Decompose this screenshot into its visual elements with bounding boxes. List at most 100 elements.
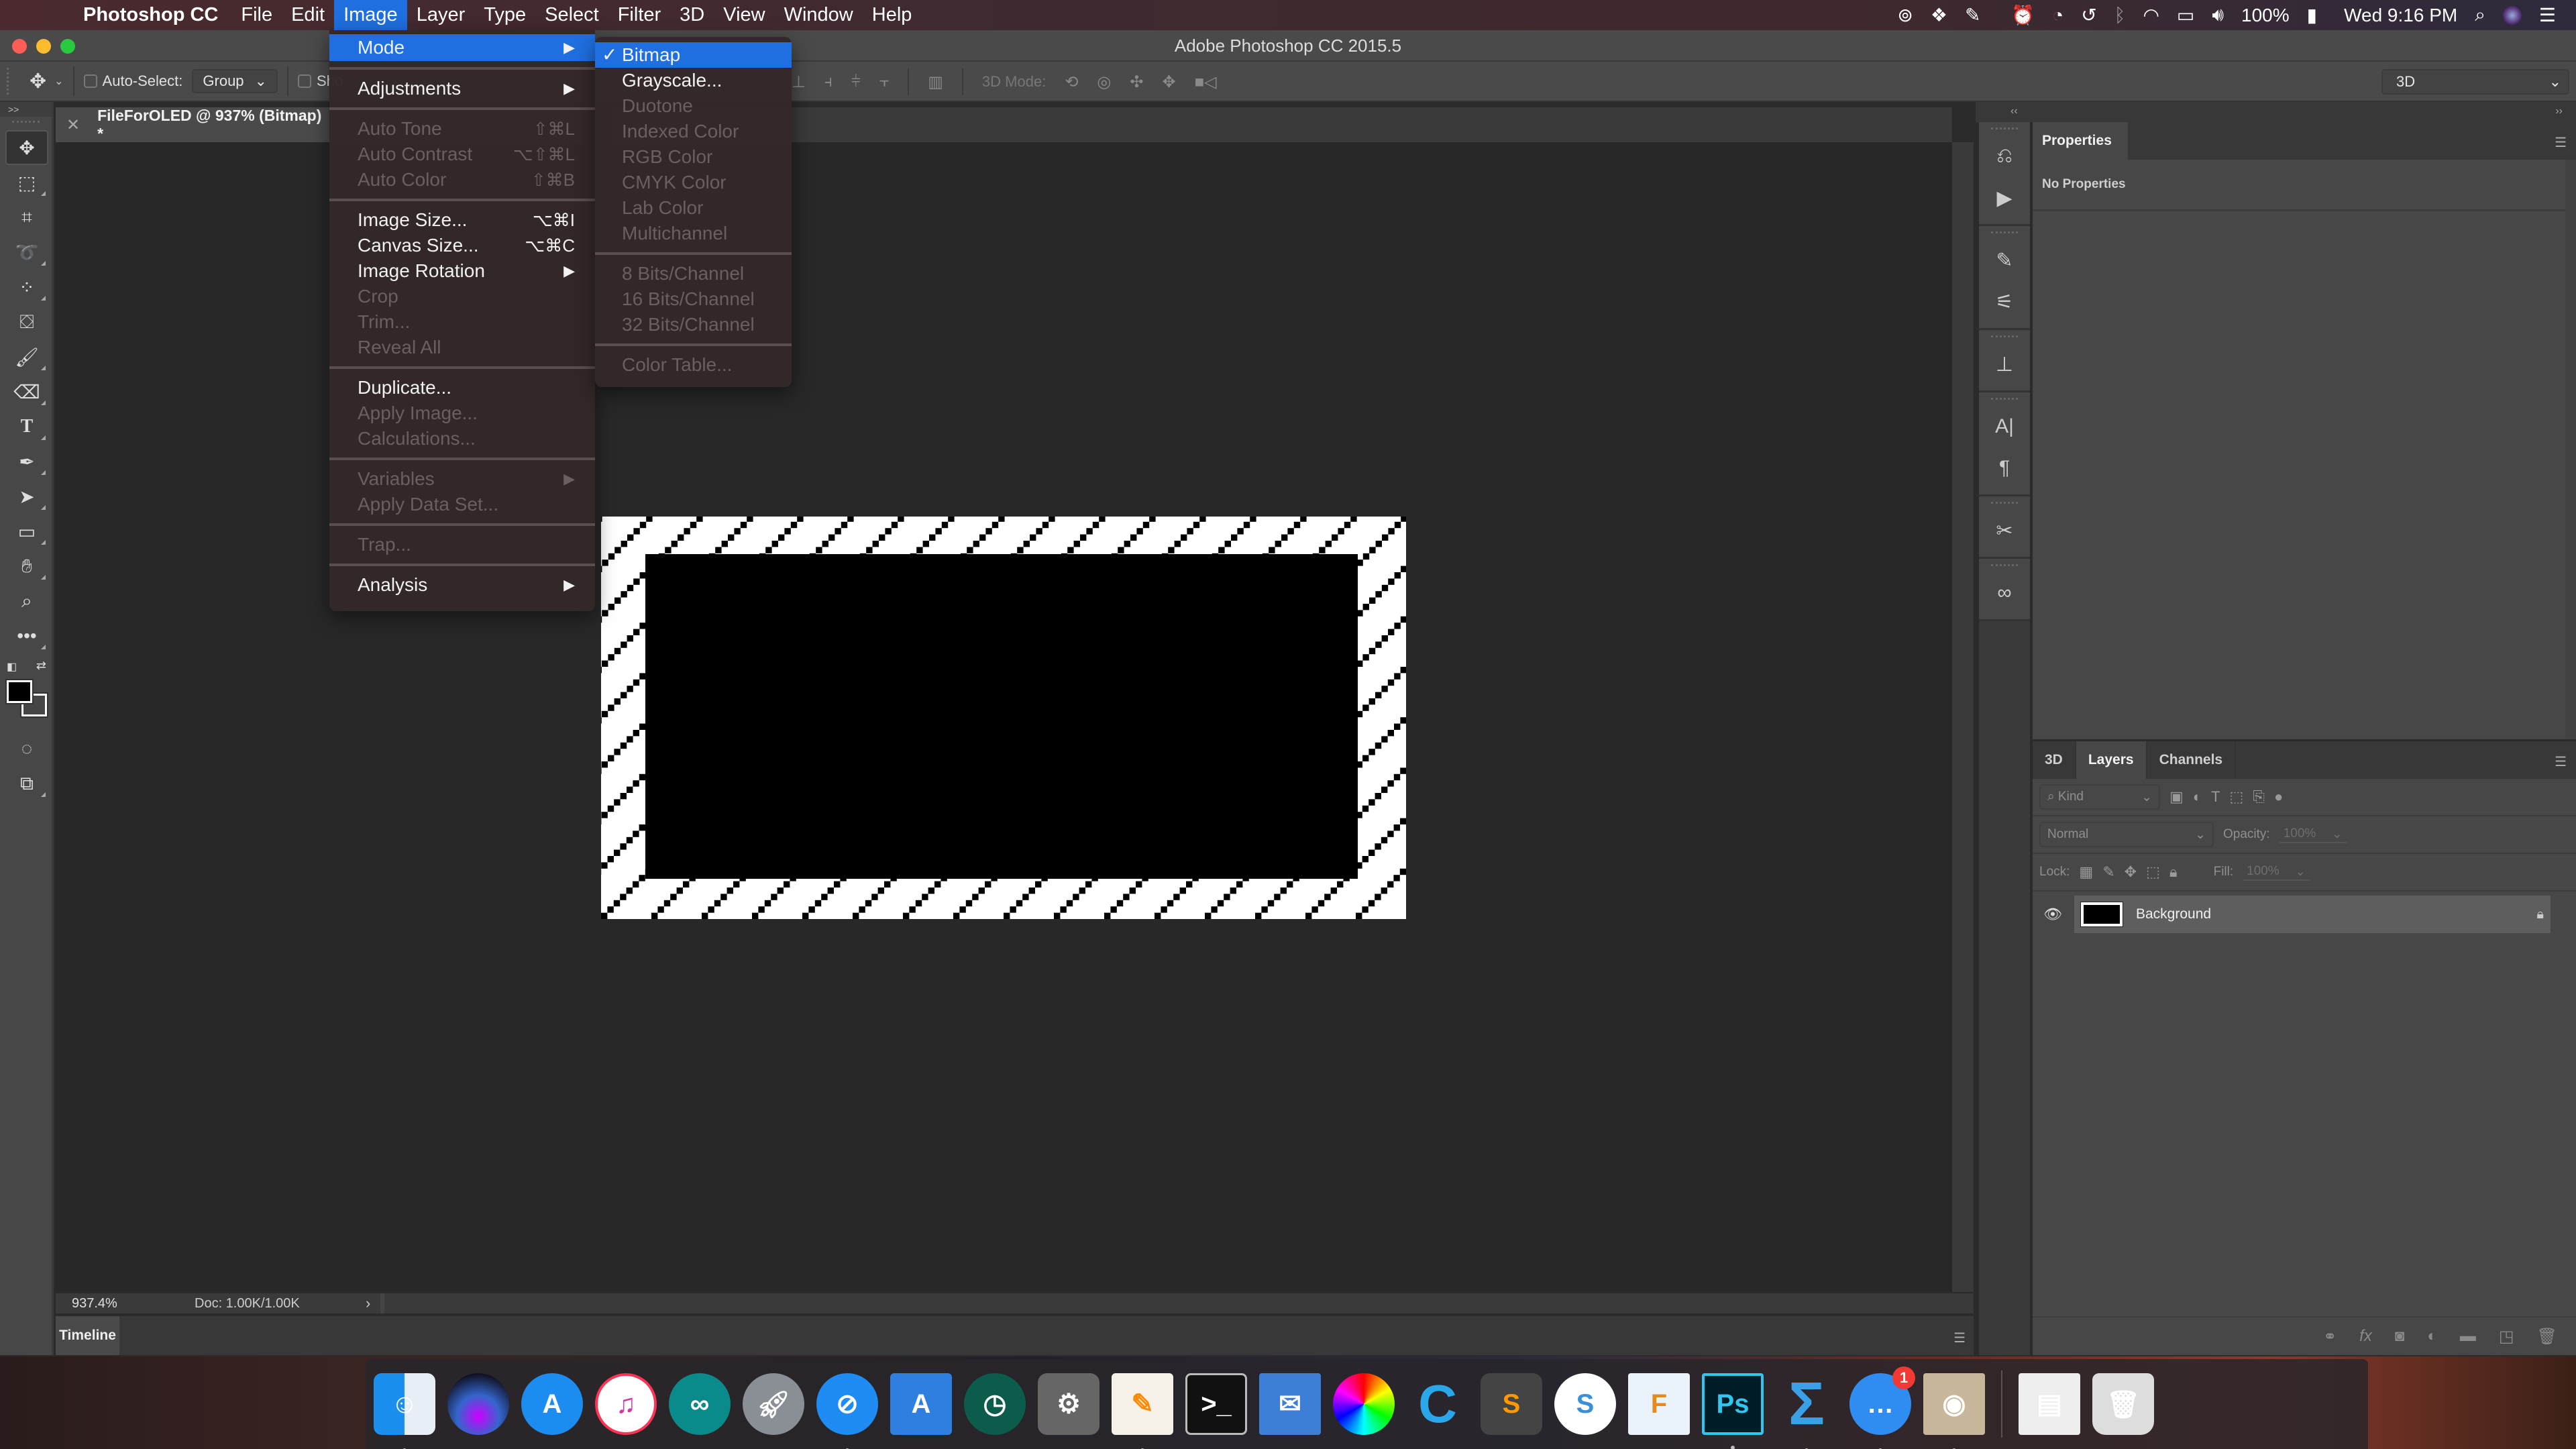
dock-system-preferences-icon[interactable]: ⚙ [1038, 1373, 1099, 1435]
dock-trash-icon[interactable]: 🗑︎ [2092, 1373, 2154, 1435]
dock-finder-icon[interactable]: ☺ [374, 1373, 435, 1449]
lock-artboard-icon[interactable]: ⬚ [2146, 863, 2160, 881]
filter-type-icon[interactable]: T [2211, 788, 2220, 806]
filter-shape-icon[interactable]: ⬚ [2230, 788, 2244, 806]
new-group-icon[interactable]: ▬ [2460, 1327, 2476, 1346]
tools-grip[interactable] [12, 121, 40, 130]
default-colors-icon[interactable]: ◧ [7, 660, 17, 674]
gauge-icon[interactable]: ◔ [2052, 5, 2063, 26]
status-menu-arrow-icon[interactable]: › [366, 1295, 370, 1312]
type-tool[interactable]: T [5, 409, 48, 444]
zoom-tool[interactable]: ⌕ [5, 584, 48, 619]
menu-image[interactable]: Image [334, 0, 407, 30]
move-tool[interactable]: ✥ [5, 130, 48, 165]
show-transform-checkbox[interactable] [297, 74, 311, 88]
clone-source-icon[interactable]: ⊥ [1979, 343, 2030, 385]
grip[interactable] [1991, 231, 2018, 235]
menu-help[interactable]: Help [863, 0, 922, 30]
actions-panel-icon[interactable]: ▶ [1979, 177, 2030, 219]
dock-mail-icon[interactable]: ✉ [1259, 1373, 1321, 1435]
lock-position-icon[interactable]: ✥ [2125, 863, 2137, 881]
panel-menu-icon[interactable]: ☰ [2555, 134, 2567, 151]
tab-layers[interactable]: Layers [2076, 741, 2147, 779]
dock-launchpad-icon[interactable]: 🚀︎ [743, 1373, 804, 1435]
dock-documents-icon[interactable]: ▤ [2019, 1373, 2080, 1435]
filter-smart-object-icon[interactable]: ⎘ [2253, 788, 2265, 806]
history-panel-icon[interactable]: ⎌ [1979, 136, 2030, 177]
align-right-icon[interactable]: ⫟ [879, 72, 890, 91]
tab-3d[interactable]: 3D [2033, 741, 2076, 779]
menu-3d[interactable]: 3D [670, 0, 714, 30]
pen-tool[interactable]: ✒ [5, 444, 48, 479]
lock-pixels-icon[interactable]: ✎ [2102, 863, 2114, 881]
crop-tool[interactable]: ⌗ [5, 200, 48, 235]
menu-item-image-size[interactable]: Image Size... ⌥⌘I [329, 207, 595, 233]
align-bottom-icon[interactable]: ⊥ [792, 72, 806, 92]
blend-mode-dropdown[interactable]: Normal ⌄ [2039, 822, 2214, 847]
dock-preview-icon[interactable]: ◉ [1923, 1373, 1985, 1449]
3d-slide-icon[interactable]: ✥ [1162, 72, 1175, 92]
3d-drag-icon[interactable]: ✣ [1130, 72, 1143, 92]
battery-charging-icon[interactable]: ▮ [2307, 4, 2317, 26]
dock-siri-icon[interactable] [447, 1373, 509, 1435]
opacity-field[interactable]: 100% ⌄ [2279, 826, 2347, 843]
properties-scrollbar[interactable] [2565, 160, 2576, 739]
paint-bucket-tool[interactable]: ⛋ [5, 305, 48, 339]
dock-messages-icon[interactable]: … 1 [1849, 1366, 1915, 1449]
brush-tool[interactable]: 🖌︎ [5, 339, 48, 374]
distribute-icon[interactable]: ▥ [928, 72, 943, 92]
collapse-panels-icon[interactable]: ›› [2555, 105, 2563, 117]
menu-edit[interactable]: Edit [282, 0, 334, 30]
tab-channels[interactable]: Channels [2147, 741, 2237, 779]
layer-name[interactable]: Background [2136, 906, 2211, 922]
menu-select[interactable]: Select [535, 0, 608, 30]
evernote-icon[interactable]: ✎ [1965, 4, 1980, 26]
workspace-switcher[interactable]: 3D ⌄ [2381, 69, 2569, 95]
mode-item-grayscale[interactable]: Grayscale... [595, 68, 792, 93]
dock-itunes-icon[interactable]: ♫ [595, 1373, 657, 1435]
lock-transparency-icon[interactable]: ▦ [2079, 863, 2093, 881]
foreground-color[interactable] [5, 679, 34, 704]
expand-panels-icon[interactable]: ‹‹ [2010, 105, 2018, 117]
3d-roll-icon[interactable]: ◎ [1097, 72, 1111, 92]
dock-terminal-icon[interactable]: >_ [1185, 1373, 1247, 1435]
screen-mode-button[interactable]: ⧉ [5, 766, 48, 801]
dock-time-machine-icon[interactable]: ◷ [964, 1373, 1026, 1435]
align-left-icon[interactable]: ⫞ [824, 72, 833, 91]
dock-arduino-icon[interactable]: ∞ [669, 1373, 731, 1435]
3d-rotate-icon[interactable]: ⟲ [1065, 72, 1078, 92]
panel-menu-icon[interactable]: ☰ [2555, 753, 2567, 770]
tab-properties[interactable]: Properties [2033, 122, 2128, 160]
menu-type[interactable]: Type [474, 0, 535, 30]
brush-settings-icon[interactable]: ⚟ [1979, 281, 2030, 323]
close-document-icon[interactable]: ✕ [66, 115, 80, 135]
airplay-icon[interactable]: ▭ [2177, 4, 2194, 26]
menu-item-analysis[interactable]: Analysis ▶ [329, 572, 595, 598]
dock-sublime-text-icon[interactable]: S [1481, 1373, 1542, 1435]
quick-mask-button[interactable]: ◌ [5, 731, 48, 766]
align-hcenter-icon[interactable]: ⫩ [851, 72, 861, 91]
menu-filter[interactable]: Filter [608, 0, 670, 30]
dock-simplenote-icon[interactable]: S [1554, 1373, 1616, 1435]
dock-safari-icon[interactable]: ⊘ [816, 1373, 878, 1449]
grip[interactable] [1991, 398, 2018, 402]
dock-pages-icon[interactable]: ✎ [1112, 1373, 1173, 1449]
eraser-tool[interactable]: ⌫ [5, 374, 48, 409]
fill-field[interactable]: 100% ⌄ [2243, 864, 2310, 881]
paragraph-panel-icon[interactable]: ¶ [1979, 447, 2030, 489]
wifi-icon[interactable]: ◠ [2143, 4, 2159, 26]
dock-color-picker-icon[interactable] [1333, 1373, 1395, 1435]
filter-adjustment-icon[interactable]: ◐ [2193, 788, 2202, 806]
fx-icon[interactable]: fx [2359, 1327, 2372, 1346]
dock-app-store-icon[interactable]: A [521, 1373, 583, 1435]
libraries-icon[interactable]: ∞ [1979, 572, 2030, 614]
menu-file[interactable]: File [231, 0, 282, 30]
siri-icon[interactable] [2502, 5, 2522, 25]
new-adjustment-icon[interactable]: ◐ [2427, 1327, 2437, 1346]
zoom-level[interactable]: 937.4% [72, 1296, 117, 1311]
menu-view[interactable]: View [714, 0, 774, 30]
3d-camera-icon[interactable]: ■◁ [1195, 72, 1217, 92]
menu-layer[interactable]: Layer [407, 0, 475, 30]
menu-app-name[interactable]: Photoshop CC [74, 0, 231, 30]
lock-all-icon[interactable]: 🔒︎ [2169, 863, 2178, 881]
